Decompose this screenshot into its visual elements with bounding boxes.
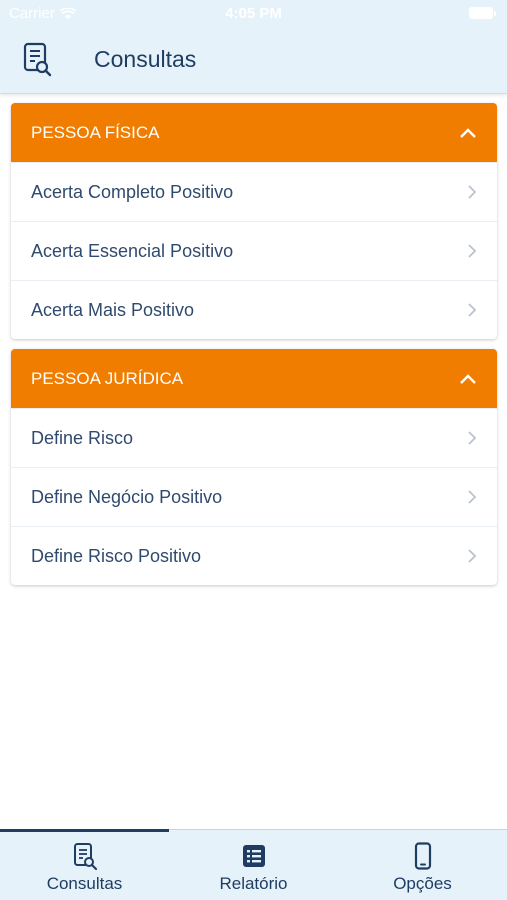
section-title: PESSOA FÍSICA: [31, 122, 160, 142]
tab-label: Consultas: [46, 874, 123, 893]
list-item-label: Define Risco Positivo: [31, 545, 202, 566]
list-item-label: Acerta Essencial Positivo: [31, 240, 234, 261]
list-item-label: Define Risco: [31, 427, 134, 448]
chevron-right-icon: [468, 244, 477, 258]
page-title: Consultas: [94, 46, 197, 72]
list-icon: [242, 845, 265, 867]
chevron-right-icon: [468, 185, 477, 199]
list-item[interactable]: Define Negócio Positivo: [11, 467, 497, 526]
chevron-right-icon: [468, 431, 477, 445]
list-item-label: Define Negócio Positivo: [31, 486, 223, 507]
list-item-label: Acerta Completo Positivo: [31, 181, 234, 202]
document-search-icon[interactable]: [22, 42, 52, 78]
chevron-right-icon: [468, 549, 477, 563]
list-item[interactable]: Acerta Mais Positivo: [11, 280, 497, 339]
list-item-label: Acerta Mais Positivo: [31, 299, 195, 320]
tab-relatorio[interactable]: Relatório: [169, 830, 338, 900]
tab-opcoes[interactable]: Opções: [338, 830, 507, 900]
document-search-icon: [73, 843, 97, 870]
tab-label: Relatório: [219, 874, 288, 893]
navigation-bar: Consultas: [0, 28, 507, 94]
tab-bar: Consultas Relatório Opções: [0, 829, 507, 900]
clock: 4:05 PM: [225, 5, 282, 22]
list-item[interactable]: Define Risco: [11, 408, 497, 467]
section-pessoa-juridica: PESSOA JURÍDICA Define Risco Define Negó…: [11, 349, 497, 585]
list-item[interactable]: Acerta Completo Positivo: [11, 162, 497, 221]
status-bar: Carrier 4:05 PM: [0, 0, 507, 28]
chevron-right-icon: [468, 490, 477, 504]
list-item[interactable]: Define Risco Positivo: [11, 526, 497, 585]
section-title: PESSOA JURÍDICA: [31, 368, 184, 388]
chevron-up-icon: [460, 127, 476, 138]
tab-label: Opções: [393, 874, 452, 893]
section-header-pessoa-juridica[interactable]: PESSOA JURÍDICA: [11, 349, 497, 408]
section-pessoa-fisica: PESSOA FÍSICA Acerta Completo Positivo A…: [11, 103, 497, 339]
tab-consultas[interactable]: Consultas: [0, 830, 169, 900]
battery-icon: [469, 7, 496, 19]
tab-selected-indicator: [0, 829, 169, 832]
phone-icon: [414, 842, 431, 870]
section-header-pessoa-fisica[interactable]: PESSOA FÍSICA: [11, 103, 497, 162]
chevron-up-icon: [460, 373, 476, 384]
list-item[interactable]: Acerta Essencial Positivo: [11, 221, 497, 280]
chevron-right-icon: [468, 303, 477, 317]
